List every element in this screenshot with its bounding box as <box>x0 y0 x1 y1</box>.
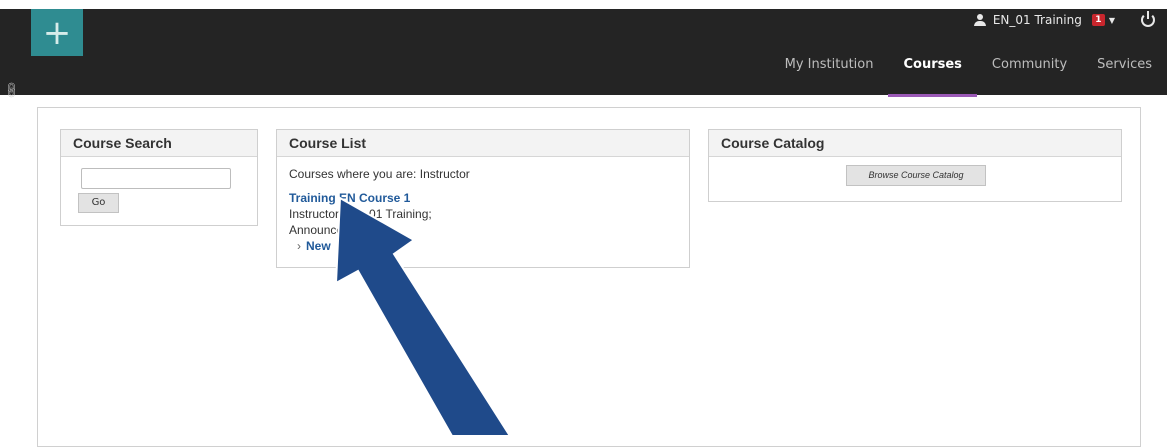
chevron-right-icon: › <box>297 239 301 253</box>
instructor-text: Instructor: EN_01 Training; <box>289 207 432 221</box>
logo-tab[interactable]: + <box>31 9 83 56</box>
top-navigation-bar: + 🔗︎ EN_01 Training 1 ▼ My Institution C… <box>0 0 1167 100</box>
user-menu[interactable]: EN_01 Training 1 ▼ <box>973 9 1167 31</box>
course-catalog-title: Course Catalog <box>709 130 1121 157</box>
role-text: Courses where you are: Instructor <box>289 167 470 181</box>
chevron-down-icon[interactable]: ▼ <box>1109 16 1115 25</box>
course-search-module: Course Search Go <box>60 129 258 226</box>
user-name[interactable]: EN_01 Training <box>993 13 1082 27</box>
course-list-module: Course List Courses where you are: Instr… <box>276 129 690 268</box>
course-link[interactable]: Training EN Course 1 <box>289 191 689 205</box>
announcement-link[interactable]: › New <box>289 239 689 253</box>
course-search-input[interactable] <box>81 168 231 189</box>
course-search-title: Course Search <box>61 130 257 157</box>
user-icon <box>973 14 987 26</box>
notification-badge[interactable]: 1 <box>1091 14 1105 26</box>
go-button[interactable]: Go <box>78 193 119 213</box>
tab-services[interactable]: Services <box>1082 53 1167 95</box>
courses-page: Course Search Go Course List Courses whe… <box>37 107 1141 447</box>
power-icon[interactable] <box>1141 11 1155 27</box>
link-icon[interactable]: 🔗︎ <box>1 80 22 101</box>
main-nav: My Institution Courses Community Service… <box>770 53 1167 97</box>
announcements-label: Announcements: <box>289 223 380 237</box>
tab-my-institution[interactable]: My Institution <box>770 53 889 95</box>
announcement-title[interactable]: New <box>306 239 331 253</box>
tab-courses[interactable]: Courses <box>888 53 978 97</box>
course-list-title: Course List <box>277 130 689 157</box>
tab-community[interactable]: Community <box>977 53 1082 95</box>
browse-catalog-button[interactable]: Browse Course Catalog <box>846 165 986 186</box>
plus-icon: + <box>42 12 72 53</box>
course-catalog-module: Course Catalog Browse Course Catalog <box>708 129 1122 202</box>
